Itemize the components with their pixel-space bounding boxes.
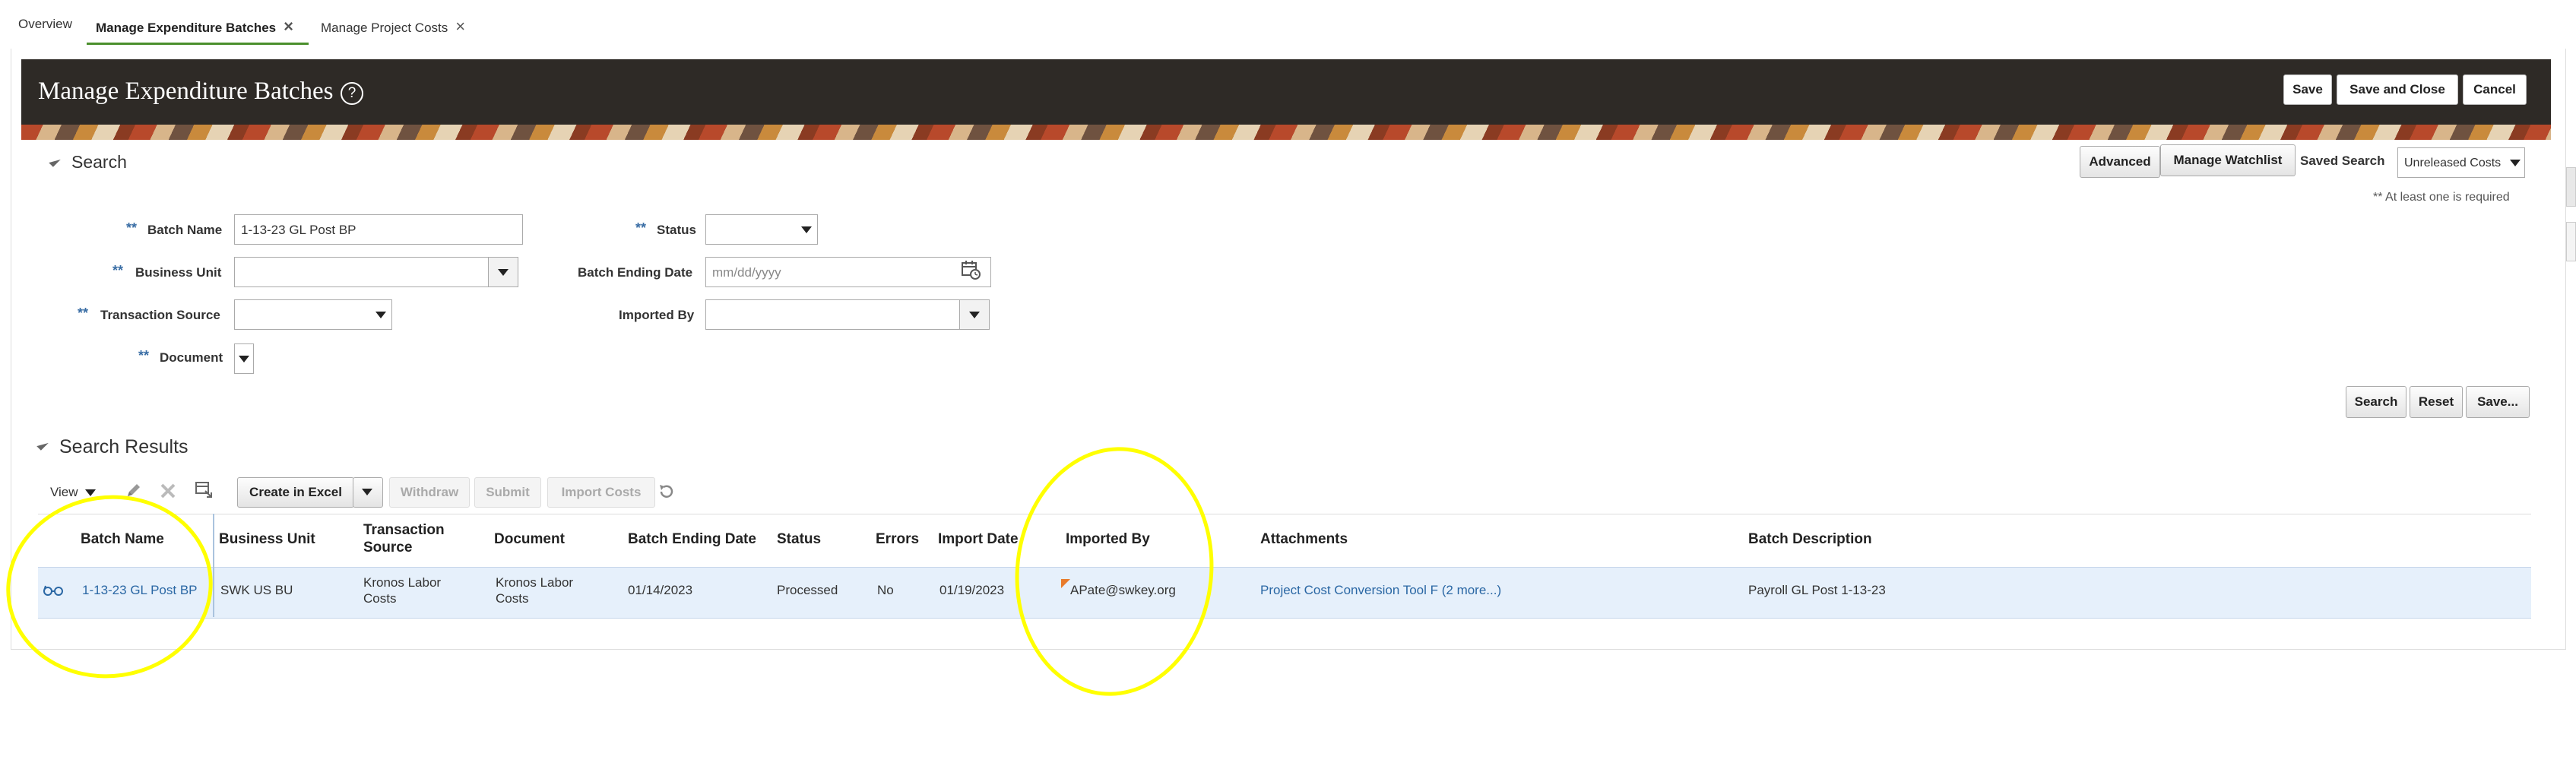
saved-search-label: Saved Search (2300, 154, 2385, 168)
saved-search-select[interactable]: Unreleased Costs (2397, 147, 2525, 178)
save-button[interactable]: Save (2283, 74, 2332, 105)
chevron-down-icon (498, 269, 509, 276)
tab-label: Overview (18, 17, 72, 31)
batch-name-label: Batch Name (147, 223, 223, 237)
column-header-business-unit[interactable]: Business Unit (219, 530, 315, 548)
cell-document: Kronos Labor Costs (496, 575, 574, 606)
attachments-link[interactable]: Project Cost Conversion Tool F (2 more..… (1260, 582, 1501, 598)
column-header-status[interactable]: Status (777, 530, 821, 548)
search-results-title: Search Results (59, 436, 189, 457)
save-and-close-button[interactable]: Save and Close (2337, 74, 2458, 105)
batch-ending-date-input[interactable]: mm/dd/yyyy (705, 257, 991, 287)
tab-manage-expenditure-batches[interactable]: Manage Expenditure Batches × (96, 17, 293, 36)
close-icon[interactable]: × (455, 17, 465, 36)
chevron-down-icon (239, 356, 249, 362)
chevron-down-icon (375, 312, 386, 318)
imported-by-input[interactable] (705, 299, 961, 330)
column-header-transaction-source[interactable]: Transaction Source (363, 521, 455, 556)
required-marker: ** (126, 220, 138, 236)
transaction-source-label: Transaction Source (100, 308, 220, 322)
cell-errors: No (877, 583, 894, 597)
view-menu[interactable]: View (50, 485, 78, 500)
detach-icon[interactable] (195, 480, 214, 500)
imported-by-label: Imported By (619, 308, 695, 322)
batch-ending-date-label: Batch Ending Date (578, 265, 693, 280)
cell-batch-ending-date: 01/14/2023 (628, 583, 693, 597)
date-placeholder: mm/dd/yyyy (712, 265, 781, 280)
cell-business-unit: SWK US BU (220, 583, 293, 597)
column-header-batch-ending-date[interactable]: Batch Ending Date (628, 530, 756, 548)
required-marker: ** (112, 263, 124, 278)
reset-button[interactable]: Reset (2410, 386, 2463, 418)
required-marker: ** (78, 305, 89, 321)
search-section-title: Search (71, 152, 127, 172)
business-unit-label: Business Unit (135, 265, 222, 280)
column-header-document[interactable]: Document (494, 530, 565, 548)
tab-label: Manage Expenditure Batches (96, 21, 277, 35)
chevron-down-icon (362, 489, 372, 495)
page-header (21, 59, 2551, 125)
manage-watchlist-button[interactable]: Manage Watchlist (2160, 144, 2296, 176)
required-note: ** At least one is required (2373, 191, 2510, 204)
chevron-down-icon (801, 226, 812, 233)
column-header-import-date[interactable]: Import Date (938, 530, 1019, 548)
advanced-button[interactable]: Advanced (2080, 146, 2160, 178)
withdraw-button[interactable]: Withdraw (389, 477, 470, 508)
chevron-down-icon (2510, 160, 2521, 166)
view-label: View (50, 485, 78, 499)
help-icon[interactable]: ? (341, 82, 363, 105)
search-button[interactable]: Search (2346, 386, 2406, 418)
cell-batch-description: Payroll GL Post 1-13-23 (1748, 583, 1886, 597)
business-unit-input[interactable] (234, 257, 490, 287)
imported-by-dropdown-button[interactable] (959, 299, 990, 330)
calendar-icon[interactable] (961, 259, 981, 280)
transaction-source-select[interactable] (234, 299, 392, 330)
required-marker: ** (138, 348, 150, 363)
required-marker: ** (635, 220, 647, 236)
tab-label: Manage Project Costs (321, 21, 448, 35)
cell-import-date: 01/19/2023 (939, 583, 1005, 597)
page-title: Manage Expenditure Batches (38, 78, 334, 105)
active-tab-indicator (87, 43, 309, 45)
saved-search-value: Unreleased Costs (2404, 157, 2502, 169)
column-header-errors[interactable]: Errors (876, 530, 919, 548)
status-label: Status (657, 223, 696, 237)
create-in-excel-button[interactable]: Create in Excel (237, 477, 354, 508)
save-search-button[interactable]: Save... (2466, 386, 2530, 418)
document-label: Document (160, 350, 223, 365)
batch-name-value: 1-13-23 GL Post BP (241, 223, 356, 237)
side-panel-handle[interactable] (2566, 167, 2576, 207)
column-header-batch-description[interactable]: Batch Description (1748, 530, 1872, 548)
side-panel-handle[interactable] (2566, 222, 2576, 261)
tab-manage-project-costs[interactable]: Manage Project Costs × (321, 17, 465, 36)
tab-overview[interactable]: Overview (18, 17, 72, 32)
cell-transaction-source: Kronos Labor Costs (363, 575, 442, 606)
cancel-button[interactable]: Cancel (2463, 74, 2527, 105)
chevron-down-icon (85, 489, 96, 496)
submit-button[interactable]: Submit (474, 477, 541, 508)
close-icon[interactable]: × (284, 17, 293, 36)
import-costs-button[interactable]: Import Costs (547, 477, 655, 508)
refresh-icon[interactable] (657, 482, 676, 502)
business-unit-dropdown-button[interactable] (488, 257, 518, 287)
chevron-down-icon (969, 312, 980, 318)
header-banner-image (21, 125, 2551, 140)
frozen-column-divider (213, 514, 214, 617)
batch-name-input[interactable]: 1-13-23 GL Post BP (234, 214, 523, 245)
cell-status: Processed (777, 583, 838, 597)
create-in-excel-menu-button[interactable] (353, 477, 383, 508)
delete-icon[interactable] (160, 483, 176, 499)
column-header-attachments[interactable]: Attachments (1260, 530, 1348, 548)
